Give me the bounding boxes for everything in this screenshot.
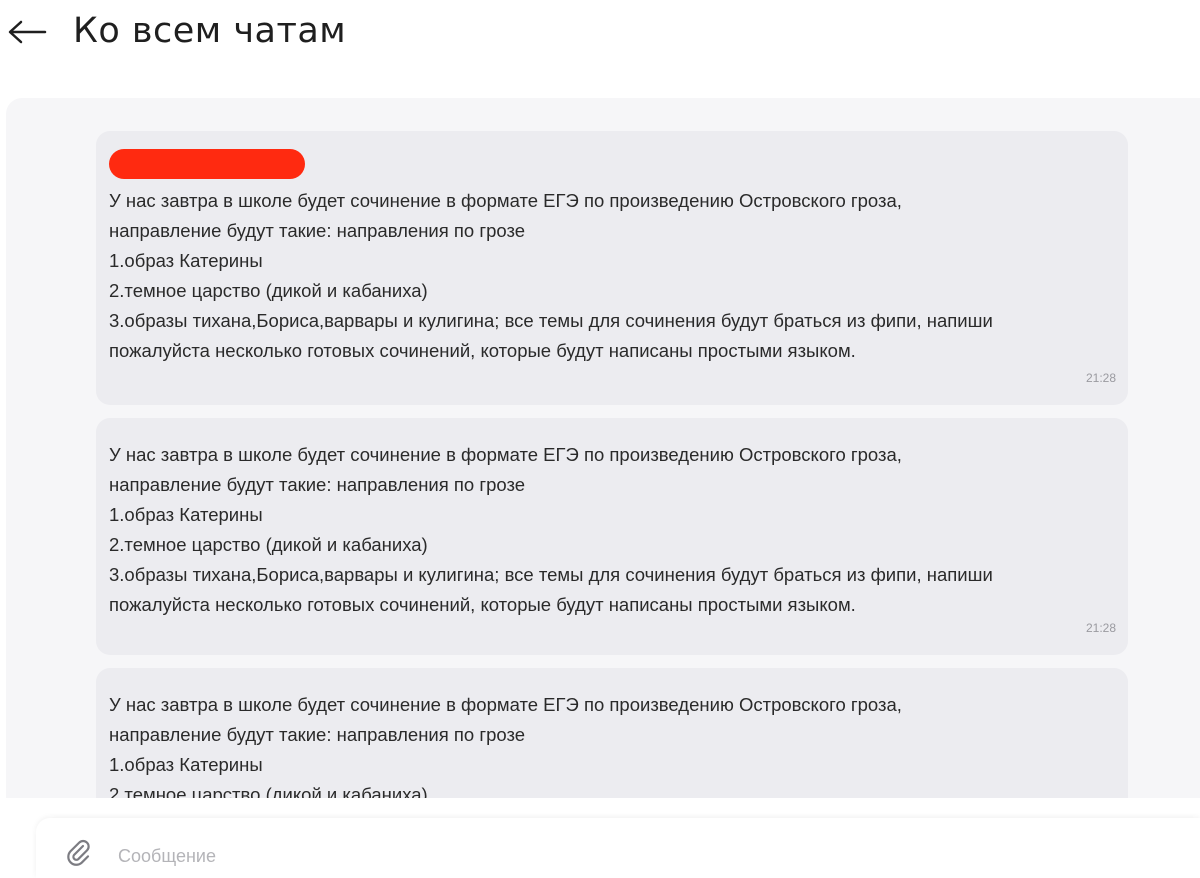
message-bubble[interactable]: У нас завтра в школе будет сочинение в ф… xyxy=(96,131,1128,405)
attach-button[interactable] xyxy=(64,838,92,866)
message-text: У нас завтра в школе будет сочинение в ф… xyxy=(109,694,902,798)
message-text: У нас завтра в школе будет сочинение в ф… xyxy=(109,190,993,361)
back-to-chats-link[interactable]: Ко всем чатам xyxy=(73,6,346,56)
arrow-left-icon xyxy=(8,20,47,44)
message-timestamp: 21:28 xyxy=(1085,371,1116,385)
message-bubble[interactable]: У нас завтра в школе будет сочинение в ф… xyxy=(96,668,1128,798)
redacted-sender-name xyxy=(109,149,305,179)
chat-header: Ко всем чатам xyxy=(0,0,1200,80)
paperclip-icon xyxy=(67,839,90,866)
message-composer xyxy=(36,818,1200,878)
message-bubble[interactable]: У нас завтра в школе будет сочинение в ф… xyxy=(96,418,1128,655)
message-timestamp: 21:28 xyxy=(1085,621,1116,635)
message-input[interactable] xyxy=(118,842,1018,870)
message-list[interactable]: У нас завтра в школе будет сочинение в ф… xyxy=(6,98,1200,798)
message-text: У нас завтра в школе будет сочинение в ф… xyxy=(109,444,993,615)
back-button[interactable] xyxy=(4,12,50,52)
